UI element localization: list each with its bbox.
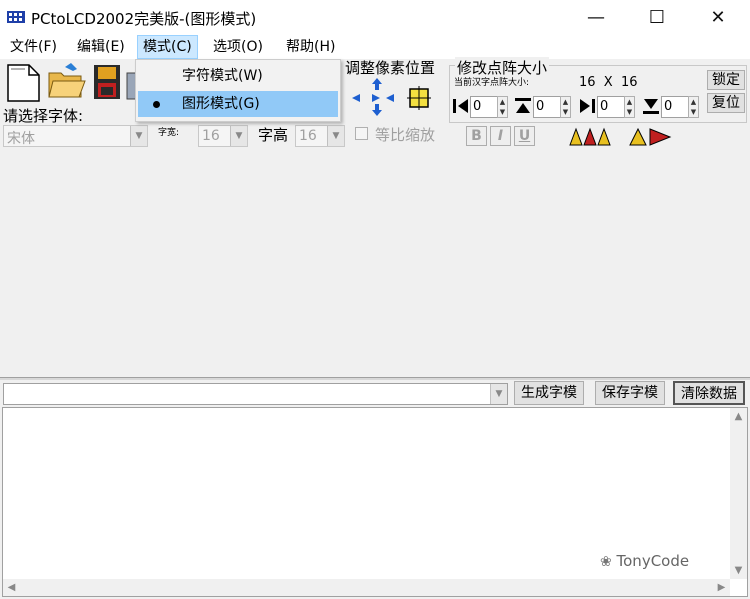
scroll-left-icon[interactable]: ◀: [3, 579, 20, 596]
menu-mode[interactable]: 模式(C): [137, 35, 198, 59]
matrix-size-text: 16 X 16: [579, 75, 638, 90]
menu-item-graphic-mode[interactable]: 图形模式(G): [138, 91, 338, 117]
underline-button[interactable]: U: [514, 126, 535, 146]
watermark: ❀ TonyCode: [600, 552, 689, 570]
italic-button[interactable]: I: [490, 126, 511, 146]
chevron-down-icon: ▼: [327, 126, 344, 146]
bottom-margin-spin[interactable]: 0 ▲ ▼: [661, 96, 699, 118]
app-icon: [7, 11, 25, 23]
mode-dropdown-menu: 字符模式(W) 图形模式(G): [135, 59, 341, 122]
chevron-down-icon: ▼: [130, 126, 147, 146]
toolbar: 请选择字体: 宋体 ▼ 字宽: 16 ▼ 字高 16 ▼ 等比缩放 B I U …: [0, 57, 750, 147]
font-width-value: 16: [202, 128, 220, 144]
spin-updown-icon[interactable]: ▲ ▼: [560, 96, 571, 118]
lock-button[interactable]: 锁定: [707, 70, 745, 90]
vertical-scrollbar[interactable]: ▲ ▼: [730, 408, 747, 579]
bottom-margin-icon: [643, 99, 659, 114]
menu-edit[interactable]: 编辑(E): [72, 35, 130, 59]
scroll-down-icon[interactable]: ▼: [730, 562, 747, 579]
text-input-combo[interactable]: ▼: [3, 383, 508, 405]
font-height-select[interactable]: 16 ▼: [295, 125, 345, 147]
scale-label: 等比缩放: [375, 126, 436, 144]
pixel-adjust-label: 调整像素位置: [345, 59, 436, 77]
font-height-value: 16: [299, 128, 317, 144]
right-margin-icon: [580, 99, 595, 113]
maximize-button[interactable]: ☐: [634, 0, 680, 35]
reset-button[interactable]: 复位: [707, 93, 745, 113]
font-width-label: 字宽:: [158, 128, 180, 138]
menu-item-char-mode[interactable]: 字符模式(W): [138, 63, 338, 89]
scroll-up-icon[interactable]: ▲: [730, 408, 747, 425]
right-margin-spin[interactable]: 0 ▲ ▼: [597, 96, 635, 118]
spin-updown-icon[interactable]: ▲ ▼: [497, 96, 508, 118]
matrix-current-label: 当前汉字点阵大小:: [454, 78, 530, 88]
scale-checkbox[interactable]: [355, 127, 368, 140]
spin-updown-icon[interactable]: ▲ ▼: [688, 96, 699, 118]
rotate-icon[interactable]: [566, 125, 614, 147]
pixel-arrows-icon[interactable]: [350, 76, 410, 118]
font-select-label: 请选择字体:: [3, 107, 84, 125]
generate-button[interactable]: 生成字模: [514, 381, 584, 405]
drawing-canvas[interactable]: [0, 147, 750, 377]
horizontal-scrollbar[interactable]: ◀ ▶: [3, 579, 730, 596]
flip-icon[interactable]: [626, 125, 674, 147]
menu-help[interactable]: 帮助(H): [281, 35, 340, 59]
center-icon[interactable]: [407, 86, 431, 110]
menu-file[interactable]: 文件(F): [5, 35, 62, 59]
save-font-button[interactable]: 保存字模: [595, 381, 665, 405]
watermark-text: TonyCode: [616, 552, 690, 570]
title-bar: PCtoLCD2002完美版-(图形模式) — ☐ ✕: [0, 0, 750, 35]
open-folder-icon[interactable]: [47, 61, 87, 101]
save-disk-icon[interactable]: [92, 63, 122, 101]
window-title: PCtoLCD2002完美版-(图形模式): [31, 10, 257, 28]
menu-options[interactable]: 选项(O): [208, 35, 268, 59]
minimize-button[interactable]: —: [573, 0, 619, 35]
wechat-icon: ❀: [600, 554, 612, 570]
chevron-down-icon: ▼: [230, 126, 247, 146]
left-margin-spin[interactable]: 0 ▲ ▼: [470, 96, 508, 118]
font-height-label: 字高: [258, 126, 289, 144]
new-file-icon[interactable]: [5, 61, 45, 103]
font-width-select[interactable]: 16 ▼: [198, 125, 248, 147]
bold-button[interactable]: B: [466, 126, 487, 146]
input-row: ▼ 生成字模 保存字模 清除数据: [0, 380, 750, 408]
radio-bullet-icon: [153, 101, 160, 108]
spin-updown-icon[interactable]: ▲ ▼: [624, 96, 635, 118]
font-family-value: 宋体: [7, 131, 35, 147]
close-button[interactable]: ✕: [695, 0, 741, 35]
menu-bar: 文件(F) 编辑(E) 模式(C) 选项(O) 帮助(H): [0, 35, 750, 59]
font-family-select[interactable]: 宋体 ▼: [3, 125, 148, 147]
top-margin-spin[interactable]: 0 ▲ ▼: [533, 96, 571, 118]
top-margin-icon: [515, 98, 531, 113]
chevron-down-icon[interactable]: ▼: [490, 384, 507, 404]
scroll-right-icon[interactable]: ▶: [713, 579, 730, 596]
left-margin-icon: [453, 99, 468, 113]
clear-data-button[interactable]: 清除数据: [673, 381, 745, 405]
